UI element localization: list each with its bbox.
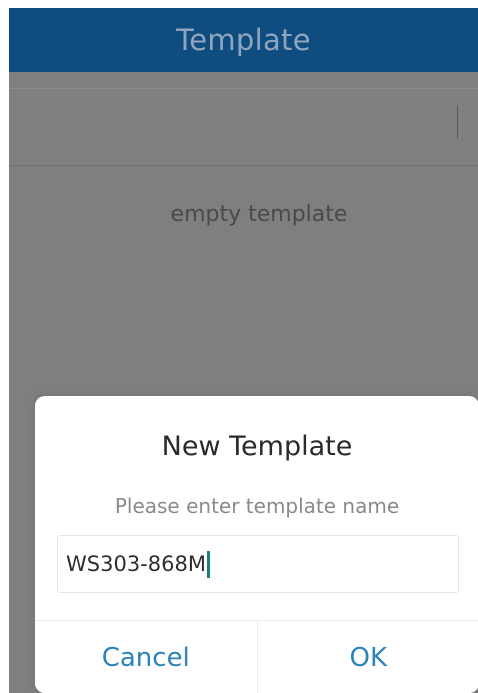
dialog-button-row: Cancel OK: [35, 620, 478, 693]
empty-template-label: empty template: [170, 202, 348, 227]
cancel-button[interactable]: Cancel: [35, 621, 257, 693]
search-row: [9, 88, 478, 166]
app-screen: Template empty template New Template Ple…: [9, 8, 478, 693]
text-caret: [206, 550, 210, 578]
ok-button[interactable]: OK: [256, 621, 478, 693]
app-bar: Template: [9, 8, 478, 72]
template-name-value: WS303-868M: [66, 551, 206, 576]
new-template-dialog: New Template Please enter template name …: [35, 396, 478, 693]
dialog-message: Please enter template name: [114, 494, 400, 518]
app-title: Template: [176, 23, 311, 57]
search-divider: [457, 105, 458, 139]
template-name-input[interactable]: WS303-868M: [57, 535, 459, 593]
dialog-title: New Template: [161, 431, 353, 462]
